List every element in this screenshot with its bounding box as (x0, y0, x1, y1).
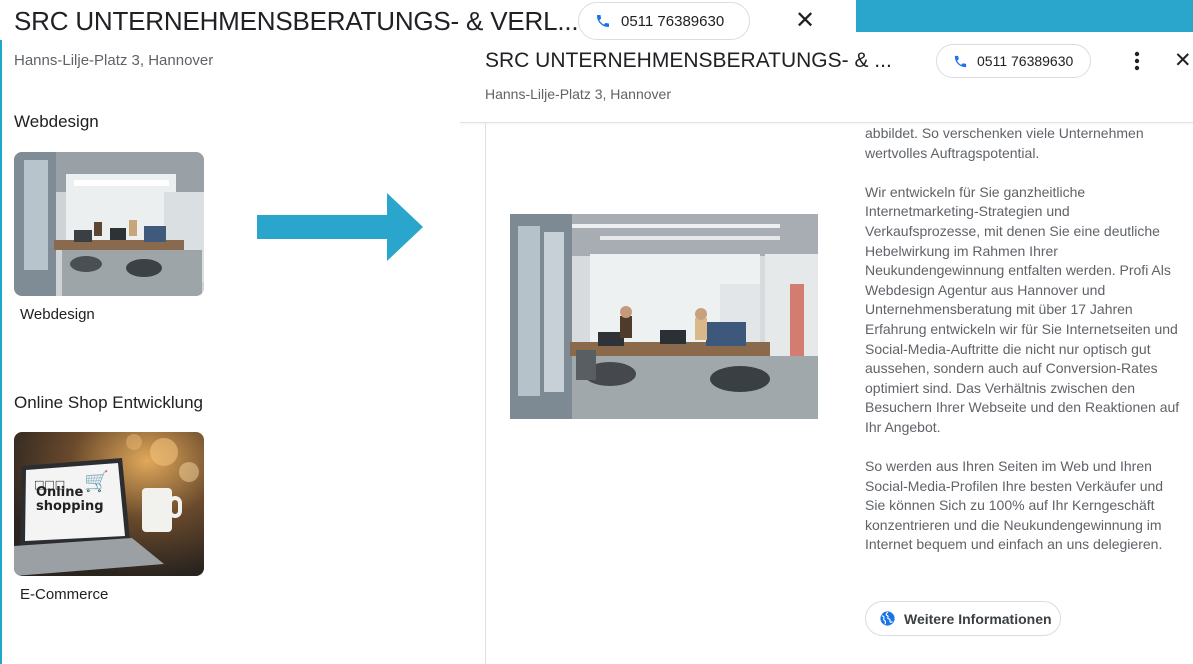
section-heading-online-shop: Online Shop Entwicklung (14, 393, 204, 412)
phone-icon (954, 55, 967, 67)
background-close-icon[interactable]: ✕ (792, 6, 818, 36)
close-icon[interactable]: ✕ (1174, 48, 1192, 74)
header-divider (460, 122, 1193, 123)
listing-address: Hanns-Lilje-Platz 3, Hannover (485, 86, 671, 102)
more-info-button[interactable]: Weitere Informationen (865, 601, 1061, 636)
listing-detail-panel: SRC UNTERNEHMENSBERATUNGS- & ... 0511 76… (460, 40, 1193, 664)
call-button[interactable]: 0511 76389630 (936, 44, 1091, 78)
description-paragraph-3: So werden aus Ihren Seiten im Web und Ih… (865, 458, 1164, 553)
background-listing-address: Hanns-Lilje-Platz 3, Hannover (14, 52, 214, 69)
accent-bar (856, 0, 1193, 32)
background-phone-number: 0511 76389630 (621, 12, 725, 30)
office-photo-icon (510, 214, 818, 419)
listing-title: SRC UNTERNEHMENSBERATUNGS- & ... (485, 49, 892, 72)
description-paragraph-2: Wir entwickeln für Sie ganzheitliche Int… (865, 183, 1180, 435)
office-photo[interactable] (510, 214, 818, 419)
background-listing-title: SRC UNTERNEHMENSBERATUNGS- & VERL... (14, 6, 579, 36)
background-listing-panel: SRC UNTERNEHMENSBERATUNGS- & VERL... Han… (0, 0, 579, 664)
laptop-screen-text-online: Online (36, 485, 84, 500)
section-heading-webdesign: Webdesign (14, 112, 99, 131)
office-photo-icon (14, 152, 204, 296)
arrow-right-icon (257, 193, 423, 261)
globe-icon (880, 611, 895, 626)
phone-number: 0511 76389630 (977, 53, 1074, 69)
background-call-button[interactable]: 0511 76389630 (578, 2, 750, 40)
laptop-screen-text-shopping: shopping (36, 499, 104, 514)
webdesign-caption: Webdesign (20, 306, 95, 323)
content-divider (485, 123, 486, 664)
ecommerce-thumbnail[interactable]: □□□ 🛒 Online shopping (14, 432, 204, 576)
phone-icon (597, 15, 609, 27)
ecommerce-caption: E-Commerce (20, 586, 109, 603)
left-accent-line (0, 40, 2, 664)
webdesign-thumbnail[interactable] (14, 152, 204, 296)
more-options-icon[interactable] (1132, 47, 1142, 75)
description-text: abbildet. So verschenken viele Unternehm… (865, 124, 1185, 575)
more-info-label: Weitere Informationen (904, 610, 1052, 627)
description-paragraph-1: abbildet. So verschenken viele Unternehm… (865, 125, 1144, 161)
